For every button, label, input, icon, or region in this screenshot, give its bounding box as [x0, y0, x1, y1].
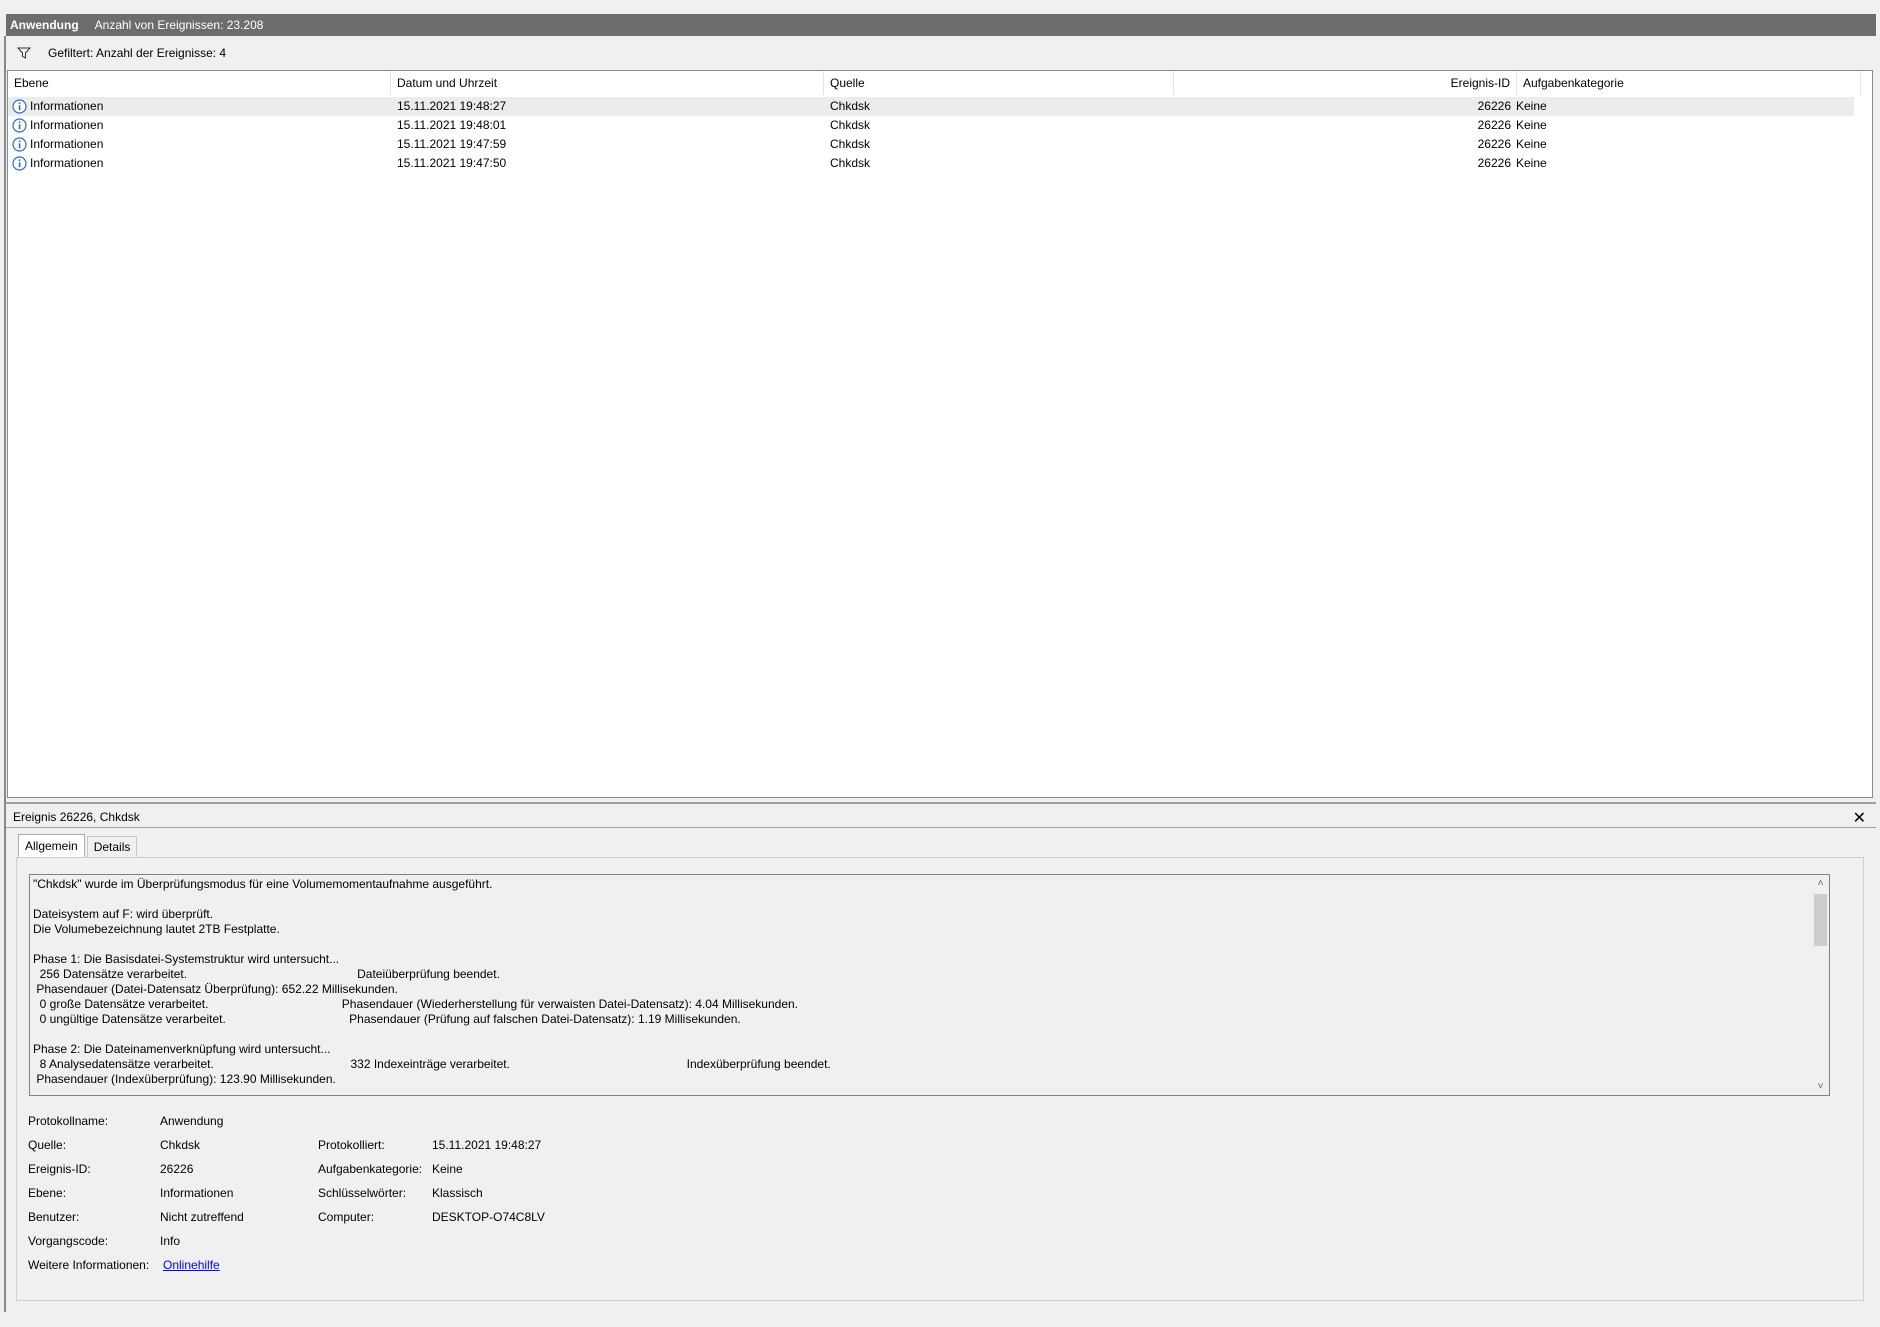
column-header-datetime[interactable]: Datum und Uhrzeit [391, 71, 824, 95]
column-label: Ereignis-ID [1450, 76, 1510, 90]
label-weitere-informationen: Weitere Informationen: [28, 1258, 150, 1272]
column-label: Aufgabenkategorie [1523, 76, 1624, 90]
cell-level: Informationen [30, 118, 104, 132]
column-label: Datum und Uhrzeit [397, 76, 498, 90]
left-border [4, 36, 6, 1316]
cell-event-id: 26226 [1477, 99, 1511, 113]
cell-event-id: 26226 [1477, 118, 1511, 132]
cell-level: Informationen [30, 137, 104, 151]
pane-splitter[interactable] [6, 802, 1876, 804]
event-list[interactable]: Ebene Datum und Uhrzeit Quelle Ereignis-… [7, 70, 1873, 798]
information-icon [12, 99, 27, 114]
detail-tabs: Allgemein Details [18, 834, 139, 858]
table-row[interactable]: Informationen 15.11.2021 19:48:01 Chkdsk… [8, 116, 1854, 135]
label-schluesselwoerter: Schlüsselwörter: [318, 1186, 407, 1200]
tab-allgemein[interactable]: Allgemein [18, 834, 85, 857]
cell-task-category: Keine [1516, 118, 1547, 132]
event-viewer-window: Anwendung Anzahl von Ereignissen: 23.208… [0, 0, 1880, 1327]
table-row[interactable]: Informationen 15.11.2021 19:47:50 Chkdsk… [8, 154, 1854, 173]
cell-datetime: 15.11.2021 19:48:01 [397, 118, 507, 132]
cell-task-category: Keine [1516, 137, 1547, 151]
cell-source: Chkdsk [830, 118, 871, 132]
cell-source: Chkdsk [830, 137, 871, 151]
detail-title: Ereignis 26226, Chkdsk [13, 809, 140, 824]
label-ebene: Ebene: [28, 1186, 67, 1200]
value-vorgangscode: Info [160, 1234, 181, 1248]
label-ereignis-id: Ereignis-ID: [28, 1162, 91, 1176]
value-quelle: Chkdsk [160, 1138, 201, 1152]
event-description: "Chkdsk" wurde im Überprüfungsmodus für … [33, 877, 831, 1086]
column-header-event-id[interactable]: Ereignis-ID [1174, 71, 1517, 95]
scroll-up-icon[interactable]: ˄ [1812, 875, 1829, 892]
tab-details[interactable]: Details [86, 836, 138, 857]
label-protokollname: Protokollname: [28, 1114, 109, 1128]
online-help-link[interactable]: Onlinehilfe [163, 1257, 220, 1273]
value-protokolliert: 15.11.2021 19:48:27 [432, 1138, 542, 1152]
label-vorgangscode: Vorgangscode: [28, 1234, 109, 1248]
column-label: Ebene [14, 76, 49, 90]
column-header-level[interactable]: Ebene [8, 71, 391, 95]
cell-datetime: 15.11.2021 19:48:27 [397, 99, 507, 113]
cell-datetime: 15.11.2021 19:47:59 [397, 137, 507, 151]
label-protokolliert: Protokolliert: [318, 1138, 385, 1152]
label-computer: Computer: [318, 1210, 375, 1224]
log-title-bar: Anwendung Anzahl von Ereignissen: 23.208 [6, 14, 1876, 36]
value-ebene: Informationen [160, 1186, 234, 1200]
filter-bar: Gefiltert: Anzahl der Ereignisse: 4 [6, 40, 1876, 66]
information-icon [12, 137, 27, 152]
table-row[interactable]: Informationen 15.11.2021 19:47:59 Chkdsk… [8, 135, 1854, 154]
detail-header: Ereignis 26226, Chkdsk ✕ [6, 806, 1876, 828]
table-row[interactable]: Informationen 15.11.2021 19:48:27 Chkdsk… [8, 97, 1854, 116]
value-benutzer: Nicht zutreffend [160, 1210, 244, 1224]
value-schluesselwoerter: Klassisch [432, 1186, 483, 1200]
scroll-thumb[interactable] [1814, 894, 1827, 946]
scroll-down-icon[interactable]: ˅ [1812, 1078, 1829, 1095]
log-name: Anwendung [10, 18, 79, 32]
cell-task-category: Keine [1516, 99, 1547, 113]
label-benutzer: Benutzer: [28, 1210, 80, 1224]
label-quelle: Quelle: [28, 1138, 67, 1152]
value-ereignis-id: 26226 [160, 1162, 194, 1176]
value-computer: DESKTOP-O74C8LV [432, 1210, 545, 1224]
cell-level: Informationen [30, 99, 104, 113]
cell-event-id: 26226 [1477, 137, 1511, 151]
column-header-source[interactable]: Quelle [824, 71, 1174, 95]
column-label: Quelle [830, 76, 865, 90]
value-protokollname: Anwendung [160, 1114, 224, 1128]
cell-source: Chkdsk [830, 156, 871, 170]
filter-icon[interactable] [12, 42, 36, 64]
column-header-task-category[interactable]: Aufgabenkategorie [1517, 71, 1861, 95]
cell-datetime: 15.11.2021 19:47:50 [397, 156, 507, 170]
label-aufgabenkategorie: Aufgabenkategorie: [318, 1162, 423, 1176]
cell-source: Chkdsk [830, 99, 871, 113]
description-scrollbar[interactable]: ˄ ˅ [1812, 875, 1829, 1095]
event-description-box[interactable]: "Chkdsk" wurde im Überprüfungsmodus für … [29, 874, 1830, 1096]
value-aufgabenkategorie: Keine [432, 1162, 463, 1176]
cell-task-category: Keine [1516, 156, 1547, 170]
event-count: Anzahl von Ereignissen: 23.208 [94, 18, 264, 32]
filter-status: Gefiltert: Anzahl der Ereignisse: 4 [48, 46, 227, 60]
information-icon [12, 156, 27, 171]
cell-event-id: 26226 [1477, 156, 1511, 170]
information-icon [12, 118, 27, 133]
close-icon[interactable]: ✕ [1853, 808, 1866, 828]
cell-level: Informationen [30, 156, 104, 170]
bottom-strip [0, 1312, 1880, 1327]
